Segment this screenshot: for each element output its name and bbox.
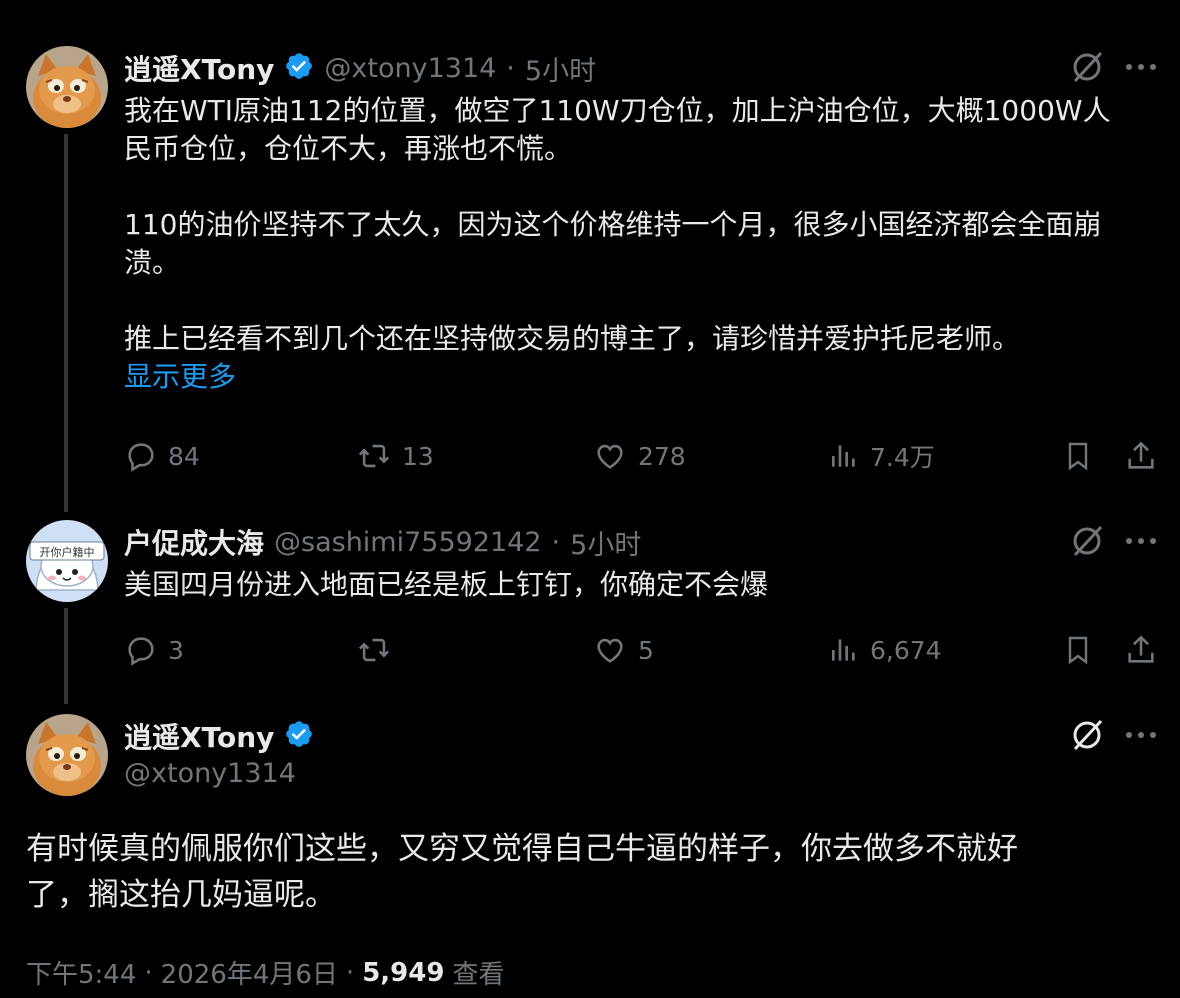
reply-button[interactable]: 84 — [124, 438, 200, 474]
reply-button[interactable]: 3 — [124, 632, 184, 668]
more-options-icon[interactable] — [1124, 532, 1158, 554]
share-icon[interactable] — [1124, 632, 1158, 672]
views-label: 查看 — [452, 960, 505, 990]
like-count: 278 — [638, 441, 686, 471]
tweet-line: 有时候真的佩服你们这些，又穷又觉得自己牛逼的样子，你去做多不就好 — [26, 831, 1018, 867]
views-count: 6,674 — [870, 635, 942, 665]
reply-icon — [124, 633, 158, 667]
separator-dot: · — [506, 52, 515, 84]
more-options-icon[interactable] — [1124, 726, 1158, 748]
like-button[interactable]: 278 — [592, 438, 686, 474]
tweet-meta: 下午5:44 · 2026年4月6日 · 5,949 查看 — [26, 954, 504, 991]
repost-icon — [356, 633, 392, 667]
author-name[interactable]: 户促成大海 — [124, 522, 264, 562]
separator-dot: · — [345, 957, 355, 988]
like-count: 5 — [638, 635, 654, 665]
post-date[interactable]: 2026年4月6日 — [161, 954, 338, 991]
separator-dot: · — [144, 957, 153, 988]
avatar[interactable] — [26, 714, 108, 796]
author-name[interactable]: 逍遥XTony — [124, 716, 274, 756]
author-handle[interactable]: @xtony1314 — [124, 758, 296, 789]
tweet-body: 我在WTI原油112的位置，做空了110W刀仓位，加上沪油仓位，大概1000W人… — [124, 92, 1164, 396]
separator-dot: · — [551, 526, 561, 558]
tweet-line: 了，搁这抬几妈逼呢。 — [26, 877, 336, 913]
thread-connector-line — [64, 134, 68, 512]
views-number: 5,949 — [362, 957, 445, 988]
repost-icon — [356, 439, 392, 473]
thread-connector-line — [64, 608, 68, 704]
tweet-line: 推上已经看不到几个还在坚持做交易的博主了，请珍惜并爱护托尼老师。 — [124, 322, 1021, 355]
views-button[interactable]: 6,674 — [828, 632, 942, 668]
bookmark-icon[interactable] — [1062, 438, 1094, 478]
views-button[interactable]: 7.4万 — [828, 438, 935, 474]
author-name[interactable]: 逍遥XTony — [124, 48, 274, 88]
bookmark-icon[interactable] — [1062, 632, 1094, 672]
repost-button[interactable]: 13 — [356, 438, 434, 474]
tweet-body: 美国四月份进入地面已经是板上钉钉，你确定不会爆 — [124, 568, 769, 601]
tweet-line: 我在WTI原油112的位置，做空了110W刀仓位，加上沪油仓位，大概1000W人 — [124, 94, 1111, 127]
reply-icon — [124, 439, 158, 473]
grok-icon[interactable] — [1070, 718, 1104, 756]
author-handle[interactable]: @xtony1314 — [324, 53, 496, 84]
grok-icon[interactable] — [1070, 524, 1104, 562]
verified-badge-icon — [284, 719, 314, 753]
heart-icon — [592, 633, 628, 667]
repost-button[interactable] — [356, 632, 402, 668]
grok-icon[interactable] — [1070, 50, 1104, 88]
views-count: 7.4万 — [870, 443, 935, 472]
analytics-icon — [828, 634, 860, 666]
post-time[interactable]: 下午5:44 — [26, 954, 136, 991]
tweet-line: 110的油价坚持不了太久，因为这个价格维持一个月，很多小国经济都会全面崩 — [124, 208, 1102, 241]
timestamp[interactable]: 5小时 — [570, 523, 641, 562]
avatar[interactable]: 开你户籍中 — [26, 520, 108, 602]
reply-count: 84 — [168, 441, 200, 471]
like-button[interactable]: 5 — [592, 632, 654, 668]
more-options-icon[interactable] — [1124, 58, 1158, 80]
tweet-body: 有时候真的佩服你们这些，又穷又觉得自己牛逼的样子，你去做多不就好 了，搁这抬几妈… — [26, 826, 1156, 918]
share-icon[interactable] — [1124, 438, 1158, 478]
repost-count: 13 — [402, 441, 434, 471]
avatar[interactable] — [26, 46, 108, 128]
tweet-line: 民币仓位，仓位不大，再涨也不慌。 — [124, 132, 573, 165]
tweet-header: 逍遥XTony — [124, 716, 314, 756]
tweet-header: 逍遥XTony @xtony1314 · 5小时 — [124, 48, 596, 88]
author-handle[interactable]: @sashimi75592142 — [274, 527, 542, 558]
avatar-caption: 开你户籍中 — [40, 545, 95, 559]
tweet-line: 溃。 — [124, 246, 181, 279]
verified-badge-icon — [284, 51, 314, 85]
timestamp[interactable]: 5小时 — [525, 49, 596, 88]
reply-count: 3 — [168, 635, 184, 665]
analytics-icon — [828, 440, 860, 472]
show-more-link[interactable]: 显示更多 — [124, 358, 1164, 396]
heart-icon — [592, 439, 628, 473]
tweet-header: 户促成大海 @sashimi75592142 · 5小时 — [124, 522, 641, 562]
